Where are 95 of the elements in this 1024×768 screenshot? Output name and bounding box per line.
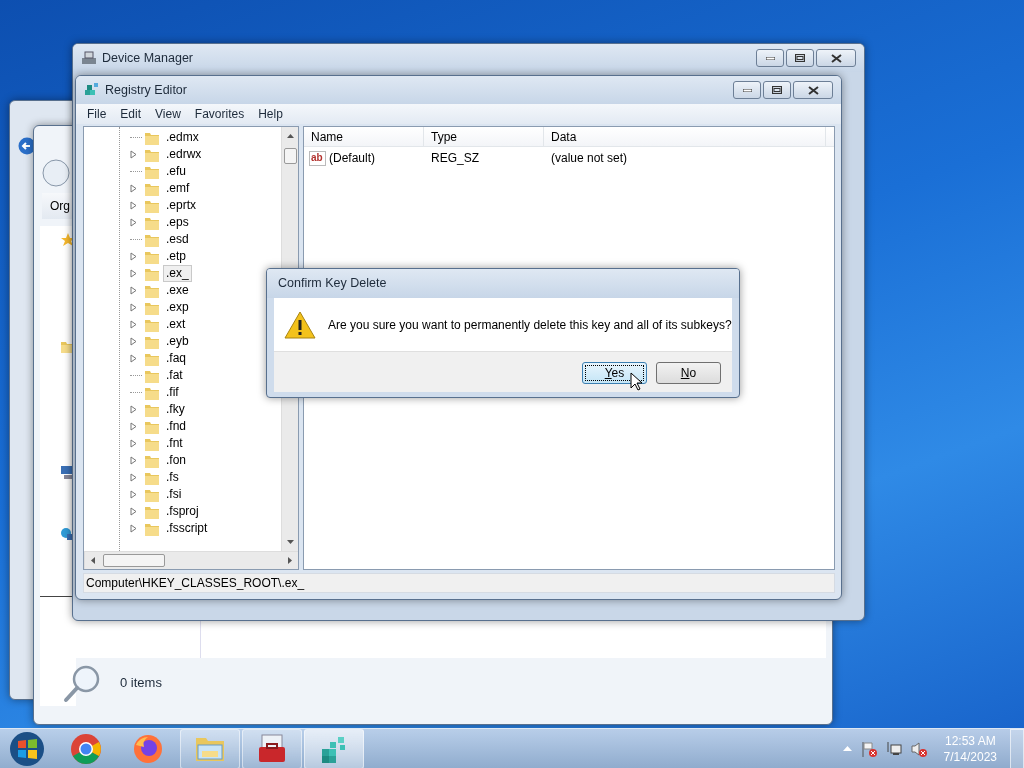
tree-item[interactable]: .fnd — [163, 418, 189, 435]
close-button[interactable] — [816, 49, 856, 67]
tree-item[interactable]: .edmx — [163, 129, 202, 146]
flag-icon[interactable] — [860, 740, 877, 757]
tree-item[interactable]: .fky — [163, 401, 188, 418]
expand-arrow-icon[interactable] — [130, 337, 137, 346]
column-header[interactable]: Name — [304, 127, 424, 146]
maximize-button[interactable] — [763, 81, 791, 99]
tree-item[interactable]: .fsscript — [163, 520, 211, 537]
close-icon — [807, 85, 819, 95]
scroll-down-icon[interactable] — [287, 540, 294, 544]
toolbox-icon — [256, 732, 288, 765]
expand-arrow-icon[interactable] — [130, 490, 137, 499]
tree-item[interactable]: .fnt — [163, 435, 186, 452]
tree-item[interactable]: .fsproj — [163, 503, 202, 520]
scroll-up-icon[interactable] — [286, 134, 294, 138]
expand-arrow-icon[interactable] — [130, 456, 137, 465]
maximize-icon — [795, 54, 805, 62]
tree-item[interactable]: .efu — [163, 163, 189, 180]
tree-item[interactable]: .ext — [163, 316, 189, 333]
device-icon — [81, 50, 97, 66]
expand-arrow-icon[interactable] — [130, 473, 137, 482]
menu-item[interactable]: File — [80, 105, 114, 123]
expand-arrow-icon[interactable] — [130, 524, 137, 533]
tree-item[interactable]: .fat — [163, 367, 186, 384]
column-header[interactable]: Type — [424, 127, 544, 146]
fox-browser-icon — [132, 732, 164, 765]
maximize-button[interactable] — [786, 49, 814, 67]
status-bar: Computer\HKEY_CLASSES_ROOT\.ex_ — [83, 573, 835, 593]
tree-item[interactable]: .eyb — [163, 333, 192, 350]
tree-item[interactable]: .edrwx — [163, 146, 205, 163]
tree-item[interactable]: .fsi — [163, 486, 185, 503]
item-count: 0 items — [120, 674, 162, 692]
cursor-icon — [630, 372, 642, 391]
menu-item[interactable]: View — [148, 105, 188, 123]
scroll-thumb[interactable] — [103, 554, 165, 567]
expand-arrow-icon[interactable] — [130, 507, 137, 516]
maximize-icon — [772, 86, 782, 94]
horizontal-scrollbar[interactable] — [84, 551, 298, 569]
expand-arrow-icon[interactable] — [130, 150, 137, 159]
window-title: Device Manager — [102, 49, 193, 67]
windows-logo-icon — [9, 730, 45, 767]
speaker-icon[interactable] — [910, 740, 927, 757]
tree-item[interactable]: .ex_ — [163, 265, 192, 282]
dialog-button[interactable]: Yes — [582, 362, 647, 384]
string-value-icon: ab — [309, 150, 326, 166]
expand-arrow-icon[interactable] — [130, 354, 137, 363]
close-icon — [830, 53, 842, 63]
menu-item[interactable]: Favorites — [187, 105, 252, 123]
tree-item[interactable]: .esd — [163, 231, 192, 248]
tree-item[interactable]: .fif — [163, 384, 182, 401]
cubes-icon — [84, 82, 100, 98]
tree-item[interactable]: .exe — [163, 282, 192, 299]
window-title: Registry Editor — [105, 81, 187, 99]
tree-item[interactable]: .emf — [163, 180, 193, 197]
warning-icon — [284, 310, 316, 339]
expand-arrow-icon[interactable] — [130, 286, 137, 295]
taskbar-button[interactable] — [304, 728, 364, 768]
expand-arrow-icon[interactable] — [130, 439, 137, 448]
expand-arrow-icon[interactable] — [130, 184, 137, 193]
expand-arrow-icon[interactable] — [130, 218, 137, 227]
expand-arrow-icon[interactable] — [130, 303, 137, 312]
scroll-left-icon[interactable] — [91, 557, 95, 564]
expand-arrow-icon[interactable] — [130, 405, 137, 414]
tree-item[interactable]: .eprtx — [163, 197, 199, 214]
browser-icon — [70, 732, 102, 765]
tree-item[interactable]: .eps — [163, 214, 192, 231]
taskbar-button[interactable] — [242, 728, 302, 768]
value-type: REG_SZ — [430, 150, 480, 167]
minimize-icon — [765, 56, 775, 60]
minimize-button[interactable] — [756, 49, 784, 67]
expand-arrow-icon[interactable] — [130, 320, 137, 329]
dialog-button[interactable]: No — [656, 362, 721, 384]
expand-arrow-icon[interactable] — [130, 269, 137, 278]
expand-arrow-icon[interactable] — [130, 201, 137, 210]
tree-item[interactable]: .exp — [163, 299, 192, 316]
search-icon — [62, 664, 102, 704]
tree-item[interactable]: .etp — [163, 248, 189, 265]
minimize-icon — [742, 88, 752, 92]
dialog-message: Are you sure you want to permanently delete this key and all of its subkeys? — [328, 316, 732, 334]
tree-item[interactable]: .fs — [163, 469, 182, 486]
scroll-thumb[interactable] — [283, 148, 297, 164]
expand-arrow-icon[interactable] — [130, 252, 137, 261]
tree-item[interactable]: .fon — [163, 452, 189, 469]
dialog-title: Confirm Key Delete — [278, 275, 387, 293]
scroll-right-icon[interactable] — [288, 557, 292, 564]
expand-arrow-icon[interactable] — [130, 422, 137, 431]
menu-item[interactable]: Help — [251, 105, 290, 123]
menu-item[interactable]: Edit — [113, 105, 149, 123]
tree-item[interactable]: .faq — [163, 350, 189, 367]
close-button[interactable] — [793, 81, 833, 99]
value-name[interactable]: (Default) — [329, 149, 375, 167]
minimize-button[interactable] — [733, 81, 761, 99]
value-data: (value not set) — [550, 150, 628, 167]
column-header[interactable]: Data — [544, 127, 826, 146]
